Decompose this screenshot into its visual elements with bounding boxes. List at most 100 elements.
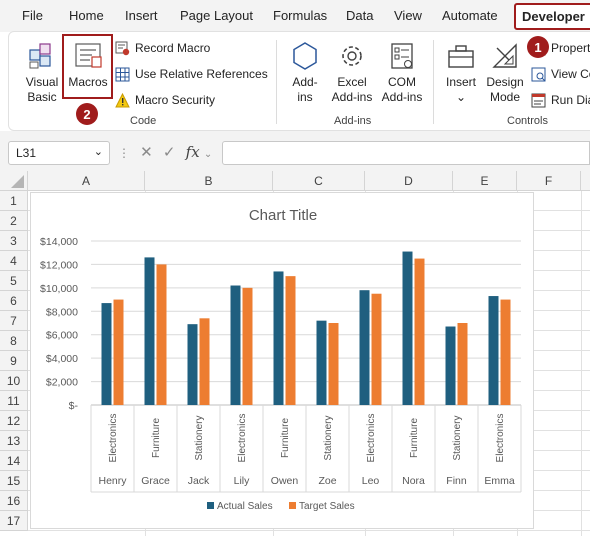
column-header-e[interactable]: E: [453, 171, 517, 191]
row-header-13[interactable]: 13: [0, 431, 28, 451]
bar-target: [113, 299, 124, 405]
use-relative-references-button[interactable]: Use Relative References: [115, 64, 268, 84]
tab-insert[interactable]: Insert: [125, 8, 158, 23]
code-group-label: Code: [130, 115, 157, 127]
column-header-b[interactable]: B: [145, 171, 273, 191]
name-box[interactable]: L31 ⌄: [8, 141, 110, 165]
bar-actual: [144, 257, 155, 405]
select-all-corner[interactable]: [0, 171, 28, 191]
visual-basic-label-1: Visual: [25, 75, 59, 89]
category-group: Electronics: [108, 414, 119, 463]
tab-formulas[interactable]: Formulas: [273, 8, 327, 23]
warning-icon: [115, 92, 130, 107]
ribbon-separator: [433, 40, 434, 124]
column-header-d[interactable]: D: [365, 171, 453, 191]
tab-page-layout[interactable]: Page Layout: [180, 8, 253, 23]
bar-target: [457, 323, 468, 405]
bar-target: [242, 287, 253, 405]
macro-security-button[interactable]: Macro Security: [115, 90, 215, 110]
run-dialog-icon: [531, 93, 546, 107]
category-group: Stationery: [323, 415, 334, 460]
record-macro-button[interactable]: Record Macro: [115, 38, 210, 58]
record-macro-label: Record Macro: [135, 41, 211, 55]
enter-icon[interactable]: ✓: [163, 144, 176, 161]
category-group: Furniture: [409, 418, 420, 458]
row-header-12[interactable]: 12: [0, 411, 28, 431]
bar-actual: [101, 303, 112, 405]
row-header-9[interactable]: 9: [0, 351, 28, 371]
row-header-5[interactable]: 5: [0, 271, 28, 291]
bar-actual: [316, 320, 327, 405]
toolbox-icon: [448, 45, 474, 68]
view-code-label: View Co: [551, 67, 590, 81]
step-two-badge: 2: [76, 103, 98, 125]
row-header-17[interactable]: 17: [0, 511, 28, 531]
design-mode-button[interactable]: Design Mode: [483, 40, 527, 105]
tab-file[interactable]: File: [22, 8, 43, 23]
design-mode-label-2: Mode: [489, 90, 521, 104]
bar-chart[interactable]: Chart Title $- $2,000 $4,000 $6,000 $8,000 $1…: [30, 192, 534, 529]
insert-controls-button[interactable]: Insert ⌄: [441, 40, 481, 105]
tab-view[interactable]: View: [394, 8, 422, 23]
y-tick-label: $14,000: [40, 236, 78, 248]
select-all-icon: [11, 175, 24, 188]
category-name: Nora: [402, 475, 425, 487]
x-axis-categories: Henry Electronics Grace Furniture Jack Statio…: [90, 405, 522, 493]
chart-gridlines: [91, 240, 521, 406]
category-group: Electronics: [366, 414, 377, 463]
run-dialog-button[interactable]: Run Dia: [531, 90, 590, 110]
addins-group-label: Add-ins: [334, 115, 372, 127]
row-header-8[interactable]: 8: [0, 331, 28, 351]
bar-target: [285, 276, 296, 405]
chevron-down-icon[interactable]: ⌄: [94, 145, 103, 158]
chart-title[interactable]: Chart Title: [249, 207, 317, 224]
row-header-6[interactable]: 6: [0, 291, 28, 311]
row-header-16[interactable]: 16: [0, 491, 28, 511]
com-addins-label-2: Add-ins: [381, 90, 423, 104]
legend-swatch: [289, 502, 296, 509]
step-one-badge: 1: [527, 36, 549, 58]
tab-data[interactable]: Data: [346, 8, 373, 23]
row-header-11[interactable]: 11: [0, 391, 28, 411]
visual-basic-icon: [29, 43, 51, 69]
chevron-down-icon[interactable]: ⌄: [204, 149, 212, 160]
addins-button[interactable]: Add- ins: [285, 40, 325, 105]
more-options-icon: ⋮: [118, 146, 130, 160]
column-header-a[interactable]: A: [28, 171, 145, 191]
row-header-3[interactable]: 3: [0, 231, 28, 251]
chart-legend[interactable]: Actual Sales Target Sales: [207, 501, 355, 512]
visual-basic-button[interactable]: Visual Basic: [21, 40, 63, 105]
grid-line: [28, 530, 590, 531]
bar-actual: [488, 296, 499, 405]
category-group: Electronics: [495, 414, 506, 463]
category-name: Zoe: [318, 475, 336, 487]
cancel-icon[interactable]: ✕: [140, 144, 153, 161]
row-header-10[interactable]: 10: [0, 371, 28, 391]
category-name: Leo: [362, 475, 380, 487]
formula-input[interactable]: [222, 141, 590, 165]
design-mode-icon: [492, 43, 517, 68]
row-header-1[interactable]: 1: [0, 191, 28, 211]
column-header-c[interactable]: C: [273, 171, 365, 191]
macros-highlight: [62, 34, 113, 99]
com-addins-button[interactable]: COM Add-ins: [377, 40, 427, 105]
category-group: Stationery: [452, 415, 463, 460]
row-header-14[interactable]: 14: [0, 451, 28, 471]
grid-line: [581, 191, 582, 536]
excel-addins-button[interactable]: Excel Add-ins: [327, 40, 377, 105]
excel-addins-label-1: Excel: [337, 75, 367, 89]
y-tick-label: $2,000: [46, 377, 78, 389]
row-header-15[interactable]: 15: [0, 471, 28, 491]
column-header-g[interactable]: [581, 171, 590, 191]
bar-target: [199, 318, 210, 405]
row-header-7[interactable]: 7: [0, 311, 28, 331]
view-code-button[interactable]: View Co: [531, 64, 590, 84]
row-header-4[interactable]: 4: [0, 251, 28, 271]
tab-developer[interactable]: Developer: [514, 3, 590, 30]
column-header-f[interactable]: F: [517, 171, 581, 191]
tab-automate[interactable]: Automate: [442, 8, 498, 23]
insert-function-button[interactable]: fx: [186, 143, 200, 161]
row-header-2[interactable]: 2: [0, 211, 28, 231]
bar-actual: [402, 251, 413, 405]
tab-home[interactable]: Home: [69, 8, 104, 23]
